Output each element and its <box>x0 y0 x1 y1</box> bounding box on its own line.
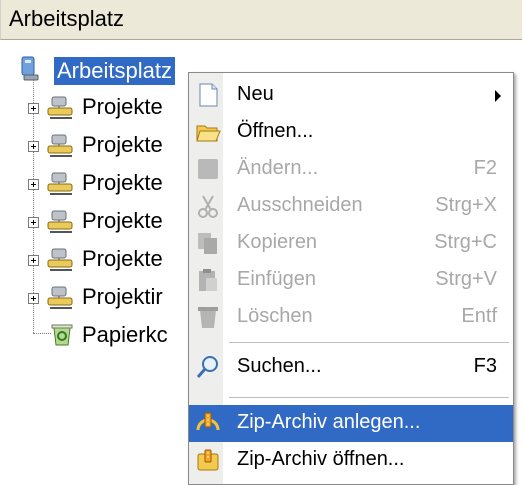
zip-create-icon <box>196 412 220 431</box>
tree-item-label: Projekte <box>82 208 163 233</box>
window-title: Arbeitsplatz <box>9 6 124 31</box>
tree-item-recycle-bin[interactable]: Papierkc <box>26 319 196 355</box>
tree-item-projekte-5[interactable]: Projekte <box>26 243 196 279</box>
tree-root-label: Arbeitsplatz <box>54 57 175 85</box>
expand-toggle[interactable] <box>28 179 39 190</box>
network-drive-icon <box>47 96 73 119</box>
submenu-arrow-icon <box>495 90 501 102</box>
explorer-window: Arbeitsplatz Arbeitsplatz Projekte Proje… <box>0 0 524 485</box>
expand-toggle[interactable] <box>28 255 39 266</box>
network-drive-icon <box>47 172 73 195</box>
title-bar: Arbeitsplatz <box>0 0 522 40</box>
paste-icon <box>199 269 217 291</box>
tree-item-projekte-1[interactable]: Projekte <box>26 91 196 127</box>
menu-item-search[interactable]: Suchen... F3 <box>189 349 513 386</box>
tree-item-label: Papierkc <box>82 322 168 347</box>
menu-item-label: Ausschneiden <box>237 194 363 216</box>
scissors-icon <box>198 195 218 218</box>
network-drive-icon <box>47 134 73 157</box>
tree-item-projekte-3[interactable]: Projekte <box>26 167 196 203</box>
network-drive-icon <box>47 210 73 233</box>
menu-item-shortcut: Entf <box>461 305 497 327</box>
menu-item-label: Kopieren <box>237 231 318 253</box>
menu-item-shortcut: F3 <box>473 355 497 377</box>
search-icon <box>196 356 218 378</box>
tree-item-projekte-2[interactable]: Projekte <box>26 129 196 165</box>
edit-icon <box>198 159 218 179</box>
menu-item-open[interactable]: Öffnen... <box>189 114 513 151</box>
menu-item-shortcut: Strg+C <box>434 231 497 253</box>
tree-item-projekte-4[interactable]: Projekte <box>26 205 196 241</box>
context-menu: Neu Öffnen... Ändern... F2 Ausschneiden … <box>188 72 514 485</box>
menu-separator <box>229 342 509 343</box>
menu-item-label: Ändern... <box>237 157 319 179</box>
network-drive-icon <box>47 286 73 309</box>
menu-item-label: Suchen... <box>237 355 322 377</box>
menu-item-paste[interactable]: Einfügen Strg+V <box>189 262 513 299</box>
network-drive-icon <box>47 248 73 271</box>
menu-item-shortcut: F2 <box>473 157 497 179</box>
expand-toggle[interactable] <box>28 293 39 304</box>
menu-item-label: Neu <box>237 83 274 105</box>
tree-item-label: Projekte <box>82 170 163 195</box>
menu-item-cut[interactable]: Ausschneiden Strg+X <box>189 188 513 225</box>
expand-toggle[interactable] <box>28 217 39 228</box>
menu-item-label: Löschen <box>237 305 313 327</box>
menu-item-delete[interactable]: Löschen Entf <box>189 299 513 336</box>
recycle-bin-icon <box>51 324 73 346</box>
tree-item-label: Projekte <box>82 94 163 119</box>
zip-open-icon <box>197 449 219 471</box>
tree-item-projektir[interactable]: Projektir <box>26 281 196 317</box>
tree-item-label: Projektir <box>82 284 163 309</box>
menu-item-zip-create[interactable]: Zip-Archiv anlegen... <box>189 405 513 442</box>
menu-item-shortcut: Strg+V <box>435 268 497 290</box>
menu-item-label: Zip-Archiv anlegen... <box>237 411 421 433</box>
expand-toggle[interactable] <box>28 103 39 114</box>
menu-item-new[interactable]: Neu <box>189 77 513 114</box>
computer-icon <box>21 56 39 81</box>
menu-item-zip-open[interactable]: Zip-Archiv öffnen... <box>189 442 513 479</box>
menu-item-copy[interactable]: Kopieren Strg+C <box>189 225 513 262</box>
menu-item-label: Öffnen... <box>237 120 314 142</box>
expand-toggle[interactable] <box>28 141 39 152</box>
delete-icon <box>198 307 218 328</box>
menu-item-shortcut: Strg+X <box>435 194 497 216</box>
copy-icon <box>198 233 217 254</box>
menu-item-label: Zip-Archiv öffnen... <box>237 448 405 470</box>
open-folder-icon <box>196 125 221 142</box>
menu-separator <box>229 397 509 398</box>
tree-root-node[interactable]: Arbeitsplatz <box>18 55 198 91</box>
tree-item-label: Projekte <box>82 246 163 271</box>
menu-item-label: Einfügen <box>237 268 316 290</box>
new-document-icon <box>199 83 218 107</box>
tree-item-label: Projekte <box>82 132 163 157</box>
menu-item-rename[interactable]: Ändern... F2 <box>189 151 513 188</box>
